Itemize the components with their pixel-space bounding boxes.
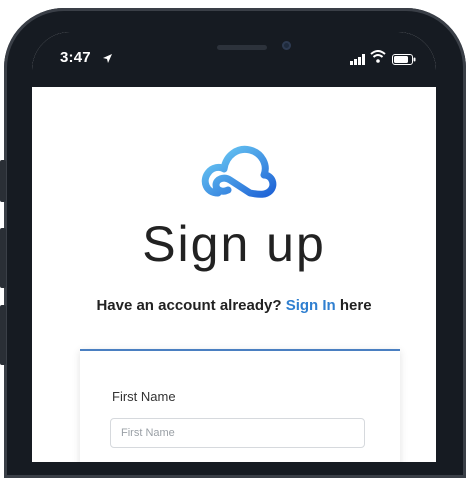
front-camera	[282, 41, 291, 50]
first-name-input[interactable]	[110, 418, 365, 448]
page-title: Sign up	[142, 216, 326, 272]
signin-prompt: Have an account already? Sign In here	[32, 297, 436, 314]
signup-form-card: First Name	[80, 349, 400, 462]
location-arrow-icon	[102, 51, 113, 69]
signin-prompt-suffix: here	[335, 297, 372, 314]
status-bar: 3:47	[32, 32, 436, 87]
signup-content: Sign up Have an account already? Sign In…	[32, 87, 436, 462]
first-name-label: First Name	[112, 389, 176, 404]
volume-button	[0, 160, 6, 202]
battery-icon	[392, 52, 416, 70]
volume-button	[0, 305, 6, 365]
volume-button	[0, 228, 6, 288]
notch-speaker	[217, 45, 267, 50]
phone-screen: 3:47 Sign up Have an account already? Si…	[32, 32, 436, 462]
signin-prompt-text: Have an account already?	[96, 297, 286, 314]
cloud-icon	[200, 135, 280, 210]
status-time: 3:47	[60, 49, 91, 66]
wifi-icon	[370, 50, 386, 68]
sign-in-link[interactable]: Sign In	[286, 297, 336, 314]
cellular-signal-icon	[350, 52, 366, 70]
